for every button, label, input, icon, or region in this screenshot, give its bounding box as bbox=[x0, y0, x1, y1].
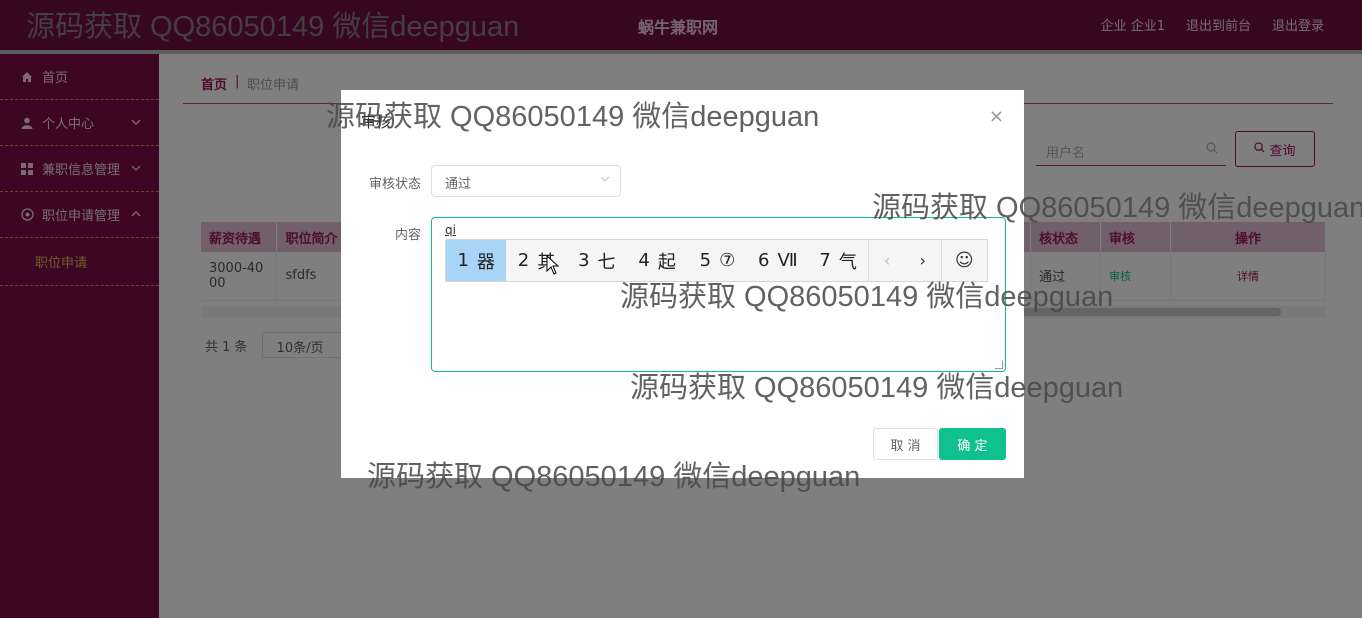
candidate-text: 气 bbox=[838, 251, 857, 273]
composition-text: qi bbox=[445, 223, 456, 237]
status-select-value: 通过 bbox=[445, 177, 472, 192]
chevron-down-icon bbox=[600, 172, 610, 185]
candidate-text: 七 bbox=[597, 251, 616, 273]
watermark-text: 源码获取 QQ86050149 微信deepguan bbox=[872, 192, 1362, 224]
ime-candidate-1[interactable]: 1器 bbox=[446, 240, 507, 281]
candidate-text: 器 bbox=[476, 251, 495, 273]
candidate-number: 7 bbox=[819, 250, 831, 271]
confirm-button[interactable]: 确 定 bbox=[939, 428, 1006, 460]
review-status-select[interactable]: 通过 bbox=[431, 165, 621, 197]
candidate-number: 2 bbox=[517, 250, 530, 271]
watermark-text: 源码获取 QQ86050149 微信deepguan bbox=[630, 372, 1124, 404]
status-label: 审核状态 bbox=[369, 177, 422, 192]
close-icon[interactable]: × bbox=[989, 106, 1004, 127]
mouse-pointer-icon bbox=[546, 254, 560, 275]
candidate-number: 6 bbox=[758, 250, 770, 271]
ime-candidate-3[interactable]: 3七 bbox=[567, 240, 627, 281]
candidate-number: 5 bbox=[699, 250, 712, 271]
watermark-text: 源码获取 QQ86050149 微信deepguan bbox=[326, 101, 820, 133]
candidate-number: 3 bbox=[578, 250, 590, 271]
cancel-button[interactable]: 取 消 bbox=[873, 428, 938, 460]
watermark-text: 源码获取 QQ86050149 微信deepguan bbox=[367, 461, 861, 493]
candidate-number: 1 bbox=[457, 250, 469, 271]
candidate-text: 起 bbox=[657, 251, 676, 273]
candidate-text: ⑦ bbox=[719, 250, 736, 271]
candidate-text: Ⅶ bbox=[777, 250, 798, 271]
watermark-text: 源码获取 QQ86050149 微信deepguan bbox=[620, 281, 1114, 313]
watermark-text: 源码获取 QQ86050149 微信deepguan bbox=[26, 11, 520, 43]
content-label: 内容 bbox=[395, 228, 422, 243]
candidate-number: 4 bbox=[638, 250, 650, 271]
